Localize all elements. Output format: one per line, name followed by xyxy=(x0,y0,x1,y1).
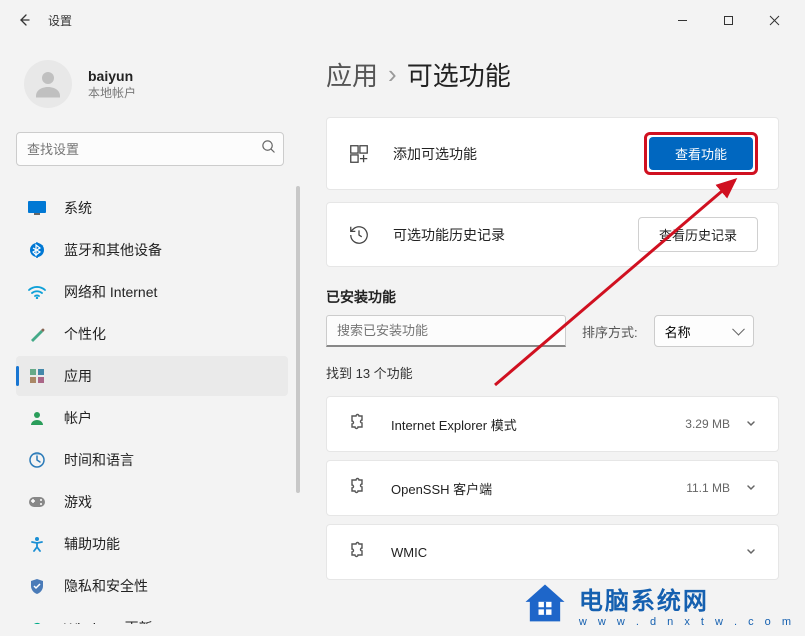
maximize-icon xyxy=(723,15,734,26)
titlebar: 设置 xyxy=(0,0,805,40)
access-icon xyxy=(28,535,46,553)
installed-heading: 已安装功能 xyxy=(326,287,779,307)
feature-list: Internet Explorer 模式3.29 MB OpenSSH 客户端11… xyxy=(326,396,779,580)
maximize-button[interactable] xyxy=(705,4,751,36)
sidebar-item-label: 个性化 xyxy=(64,324,106,344)
view-features-button[interactable]: 查看功能 xyxy=(649,137,753,170)
update-icon xyxy=(28,619,46,624)
sidebar-item-label: 隐私和安全性 xyxy=(64,576,148,596)
sidebar-item-label: Windows 更新 xyxy=(64,618,153,624)
add-feature-label: 添加可选功能 xyxy=(393,144,644,164)
close-button[interactable] xyxy=(751,4,797,36)
sidebar-item-label: 网络和 Internet xyxy=(64,282,157,302)
feature-row[interactable]: OpenSSH 客户端11.1 MB xyxy=(326,460,779,516)
search-input[interactable] xyxy=(16,132,284,166)
feature-row[interactable]: WMIC xyxy=(326,524,779,580)
history-label: 可选功能历史记录 xyxy=(393,225,638,245)
view-history-button[interactable]: 查看历史记录 xyxy=(638,217,758,252)
sidebar-item-accounts[interactable]: 帐户 xyxy=(16,398,288,438)
house-icon xyxy=(519,578,571,630)
feature-size: 11.1 MB xyxy=(686,481,730,495)
nav-list: 系统蓝牙和其他设备网络和 Internet 个性化应用帐户时间和语言游戏辅助功能隐… xyxy=(16,186,300,624)
profile-name: baiyun xyxy=(88,68,136,84)
feature-name: WMIC xyxy=(391,545,730,560)
sort-dropdown-value: 名称 xyxy=(665,322,691,341)
time-icon xyxy=(28,451,46,469)
sidebar-item-apps[interactable]: 应用 xyxy=(16,356,288,396)
sidebar-item-label: 时间和语言 xyxy=(64,450,134,470)
chevron-down-icon xyxy=(744,417,758,431)
annotation-highlight: 查看功能 xyxy=(644,132,758,175)
feature-name: OpenSSH 客户端 xyxy=(391,479,686,498)
feature-row[interactable]: Internet Explorer 模式3.29 MB xyxy=(326,396,779,452)
breadcrumb: 应用 › 可选功能 xyxy=(326,56,779,93)
sidebar-item-label: 系统 xyxy=(64,198,92,218)
user-icon xyxy=(30,66,66,102)
window-title: 设置 xyxy=(48,12,72,29)
feature-size: 3.29 MB xyxy=(685,417,730,431)
network-icon xyxy=(28,283,46,301)
installed-search-input[interactable] xyxy=(326,315,566,347)
sidebar-item-label: 游戏 xyxy=(64,492,92,512)
accounts-icon xyxy=(28,409,46,427)
history-icon xyxy=(347,223,371,247)
chevron-right-icon: › xyxy=(388,59,397,90)
avatar xyxy=(24,60,72,108)
filter-row: 排序方式: 名称 xyxy=(326,315,779,347)
sidebar-item-label: 辅助功能 xyxy=(64,534,120,554)
chevron-down-icon xyxy=(744,481,758,495)
sort-dropdown[interactable]: 名称 xyxy=(654,315,754,347)
chevron-down-icon xyxy=(744,545,758,559)
gaming-icon xyxy=(28,493,46,511)
sidebar-item-system[interactable]: 系统 xyxy=(16,188,288,228)
sidebar: baiyun 本地帐户 系统蓝牙和其他设备网络和 Internet 个性化应用帐户… xyxy=(0,40,300,636)
add-square-icon xyxy=(347,142,371,166)
profile-subtitle: 本地帐户 xyxy=(88,84,136,101)
breadcrumb-parent[interactable]: 应用 xyxy=(326,56,378,93)
sidebar-item-time[interactable]: 时间和语言 xyxy=(16,440,288,480)
sidebar-item-access[interactable]: 辅助功能 xyxy=(16,524,288,564)
settings-window: 设置 baiyun 本地帐户 xyxy=(0,0,805,636)
sidebar-item-label: 蓝牙和其他设备 xyxy=(64,240,162,260)
personal-icon xyxy=(28,325,46,343)
arrow-left-icon xyxy=(16,12,32,28)
sidebar-search xyxy=(16,132,284,166)
search-icon xyxy=(261,139,276,159)
privacy-icon xyxy=(28,577,46,595)
sidebar-item-bluetooth[interactable]: 蓝牙和其他设备 xyxy=(16,230,288,270)
watermark-text-cn: 电脑系统网 xyxy=(579,581,795,616)
puzzle-icon xyxy=(347,477,369,499)
sidebar-item-label: 应用 xyxy=(64,366,92,386)
sidebar-item-gaming[interactable]: 游戏 xyxy=(16,482,288,522)
watermark-text-en: w w w . d n x t w . c o m xyxy=(579,616,795,628)
system-icon xyxy=(28,199,46,217)
add-feature-card: 添加可选功能 查看功能 xyxy=(326,117,779,190)
sidebar-item-label: 帐户 xyxy=(64,408,92,428)
sort-label: 排序方式: xyxy=(582,322,638,341)
minimize-icon xyxy=(677,15,688,26)
sidebar-item-privacy[interactable]: 隐私和安全性 xyxy=(16,566,288,606)
puzzle-icon xyxy=(347,413,369,435)
sidebar-item-update[interactable]: Windows 更新 xyxy=(16,608,288,624)
main-content: 应用 › 可选功能 添加可选功能 查看功能 可选功能历史记录 查看历史记录 xyxy=(300,40,805,636)
feature-name: Internet Explorer 模式 xyxy=(391,415,685,434)
minimize-button[interactable] xyxy=(659,4,705,36)
bluetooth-icon xyxy=(28,241,46,259)
apps-icon xyxy=(28,367,46,385)
back-button[interactable] xyxy=(8,4,40,36)
close-icon xyxy=(769,15,780,26)
puzzle-icon xyxy=(347,541,369,563)
history-card: 可选功能历史记录 查看历史记录 xyxy=(326,202,779,267)
sidebar-item-personal[interactable]: 个性化 xyxy=(16,314,288,354)
breadcrumb-current: 可选功能 xyxy=(407,56,511,93)
watermark: 电脑系统网 w w w . d n x t w . c o m xyxy=(519,578,795,630)
sidebar-item-network[interactable]: 网络和 Internet xyxy=(16,272,288,312)
found-count-label: 找到 13 个功能 xyxy=(326,363,779,382)
profile-block[interactable]: baiyun 本地帐户 xyxy=(16,52,300,128)
